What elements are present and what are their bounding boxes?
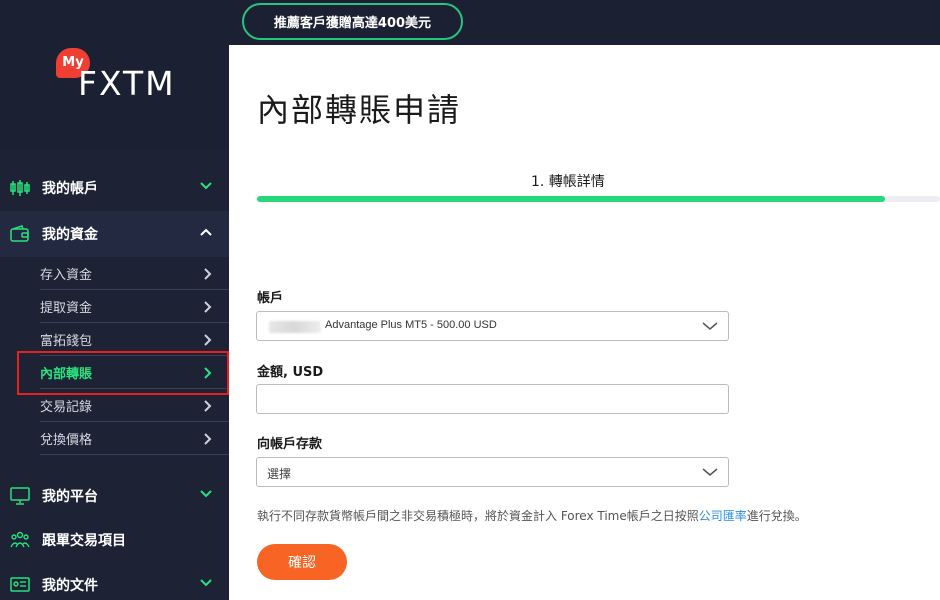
logo-area: My FXTM (0, 0, 229, 150)
chevron-up-icon (200, 228, 212, 236)
sidebar-item-rates[interactable]: 兌換價格 (40, 422, 229, 455)
nav-my-funds-label: 我的資金 (42, 227, 98, 243)
sidebar-item-withdraw[interactable]: 提取資金 (40, 290, 229, 323)
step-label: 1. 轉帳詳情 (531, 174, 605, 190)
nav-my-funds[interactable]: 我的資金 (0, 211, 229, 257)
account-select[interactable]: Advantage Plus MT5 - 500.00 USD (256, 311, 729, 341)
wallet-icon (10, 225, 29, 242)
chevron-right-icon (204, 301, 212, 313)
chevron-right-icon (204, 433, 212, 445)
progress-track (257, 196, 940, 202)
referral-promo-button[interactable]: 推薦客戶獲贈高達400美元 (242, 3, 463, 40)
nav-my-platforms[interactable]: 我的平台 (0, 473, 229, 519)
sidebar: My FXTM 我的帳戶 我的資金 存入資金 提取資金 富拓錢包 內部轉賬 交易… (0, 0, 229, 600)
sidebar-item-label: 富拓錢包 (40, 333, 93, 349)
main-content: 內部轉賬申請 1. 轉帳詳情 帳戶 Advantage Plus MT5 - 5… (229, 45, 940, 600)
nav-copy-trading-label: 跟單交易項目 (42, 533, 126, 549)
amount-label: 金額, USD (257, 365, 324, 380)
top-bar: 推薦客戶獲贈高達400美元 (229, 0, 940, 45)
chevron-down-icon (200, 490, 212, 498)
chevron-right-icon (204, 400, 212, 412)
candlestick-chart-icon (10, 180, 30, 196)
deposit-to-placeholder: 選擇 (267, 467, 292, 481)
progress-fill (257, 196, 886, 202)
nav-my-accounts[interactable]: 我的帳戶 (0, 165, 229, 211)
nav-my-documents-label: 我的文件 (42, 578, 98, 594)
sidebar-item-deposit[interactable]: 存入資金 (40, 257, 229, 290)
chevron-down-icon (702, 322, 718, 330)
amount-input[interactable] (257, 385, 728, 413)
sidebar-item-label: 提取資金 (40, 300, 93, 316)
id-card-icon (10, 577, 30, 592)
sidebar-item-label: 交易記錄 (40, 399, 93, 415)
active-item-highlight (17, 351, 229, 395)
nav-my-accounts-label: 我的帳戶 (42, 181, 98, 197)
logo-wordmark: FXTM (78, 64, 176, 103)
redacted-account-number (269, 321, 321, 333)
account-select-value: Advantage Plus MT5 - 500.00 USD (325, 319, 497, 331)
exchange-note-suffix: 進行兌換。 (746, 509, 807, 523)
account-label: 帳戶 (257, 291, 284, 306)
sidebar-item-label: 存入資金 (40, 267, 93, 283)
chevron-down-icon (702, 468, 718, 476)
users-icon (10, 531, 30, 548)
page-title: 內部轉賬申請 (257, 91, 462, 129)
exchange-note: 執行不同存款貨幣帳戶間之非交易積極時，將於資金計入 Forex Time帳戶之日… (257, 507, 807, 524)
confirm-button[interactable]: 確認 (257, 544, 347, 580)
fxtm-logo[interactable]: My FXTM (56, 46, 186, 103)
chevron-down-icon (200, 579, 212, 587)
company-rate-link[interactable]: 公司匯率 (699, 509, 747, 523)
deposit-to-label: 向帳戶存款 (257, 437, 323, 452)
nav-my-documents[interactable]: 我的文件 (0, 562, 229, 600)
chevron-right-icon (204, 268, 212, 280)
monitor-icon (10, 487, 30, 505)
nav-my-platforms-label: 我的平台 (42, 489, 98, 505)
nav-copy-trading[interactable]: 跟單交易項目 (0, 517, 229, 563)
amount-field[interactable] (256, 384, 729, 414)
chevron-right-icon (204, 334, 212, 346)
sidebar-item-label: 兌換價格 (40, 432, 93, 448)
deposit-to-select[interactable]: 選擇 (256, 457, 729, 487)
exchange-note-text: 執行不同存款貨幣帳戶間之非交易積極時，將於資金計入 Forex Time帳戶之日… (257, 509, 699, 523)
chevron-down-icon (200, 182, 212, 190)
